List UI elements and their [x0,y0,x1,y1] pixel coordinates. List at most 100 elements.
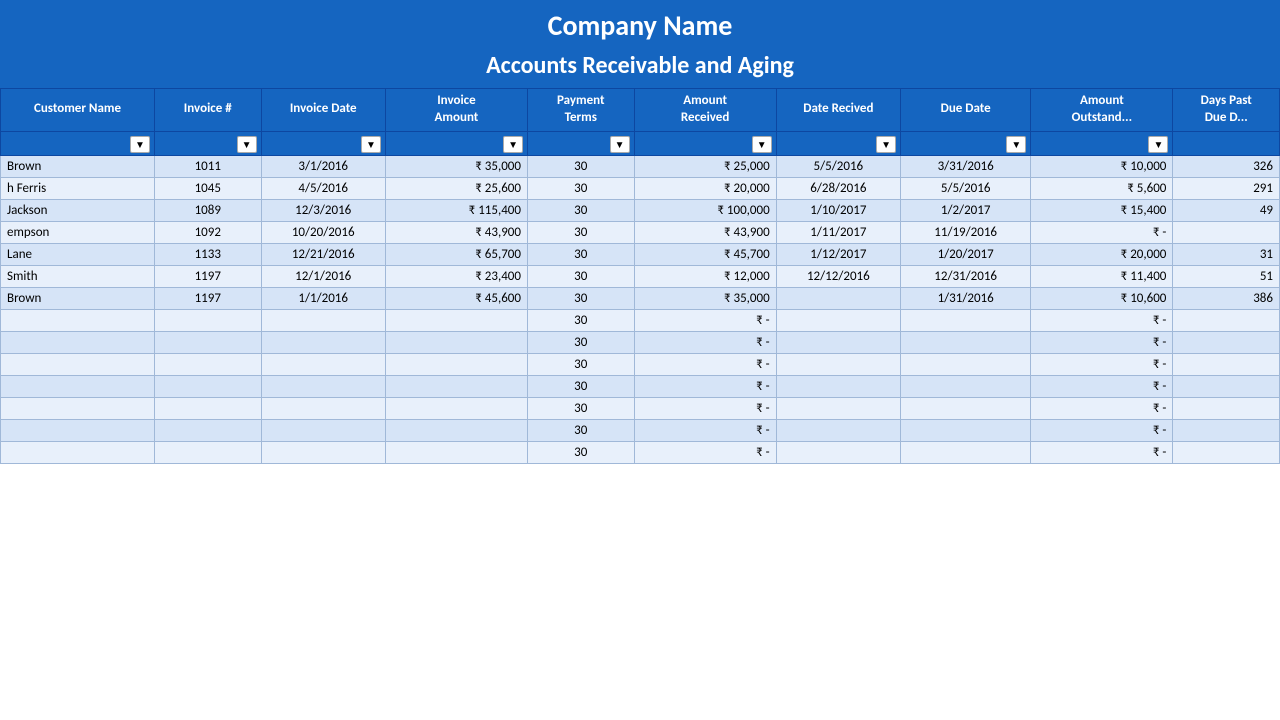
cell-invoice_amount [385,331,527,353]
cell-customer: Brown [1,287,155,309]
col-header-customer: Customer Name [1,89,155,132]
cell-amount_received: ₹ - [634,419,776,441]
cell-invoice_num [154,375,261,397]
cell-date_received [776,309,900,331]
cell-customer [1,441,155,463]
cell-customer: Smith [1,265,155,287]
filter-invoice-num[interactable]: ▼ [154,131,261,155]
cell-days_due [1173,353,1280,375]
cell-invoice_amount [385,441,527,463]
cell-days_due: 49 [1173,199,1280,221]
header-section: Company Name Accounts Receivable and Agi… [0,0,1280,88]
filter-invoice-amount[interactable]: ▼ [385,131,527,155]
filter-invoice-date[interactable]: ▼ [261,131,385,155]
filter-date-received-btn[interactable]: ▼ [876,136,896,153]
cell-amount_outstanding: ₹ - [1031,331,1173,353]
cell-days_due: 31 [1173,243,1280,265]
cell-amount_outstanding: ₹ - [1031,221,1173,243]
cell-days_due: 51 [1173,265,1280,287]
filter-amount-outstanding[interactable]: ▼ [1031,131,1173,155]
cell-invoice_date: 10/20/2016 [261,221,385,243]
cell-days_due [1173,221,1280,243]
filter-customer[interactable]: ▼ [1,131,155,155]
table-row: Brown11971/1/2016₹ 45,60030₹ 35,0001/31/… [1,287,1280,309]
col-header-payment-terms: PaymentTerms [527,89,634,132]
cell-due_date [901,331,1031,353]
filter-amount-received-btn[interactable]: ▼ [752,136,772,153]
cell-amount_received: ₹ - [634,397,776,419]
filter-invoice-date-btn[interactable]: ▼ [361,136,381,153]
cell-date_received [776,287,900,309]
cell-customer [1,309,155,331]
cell-amount_received: ₹ 25,000 [634,155,776,177]
cell-date_received [776,441,900,463]
cell-payment_terms: 30 [527,265,634,287]
cell-payment_terms: 30 [527,155,634,177]
table-row: 30₹ -₹ - [1,397,1280,419]
cell-invoice_num: 1092 [154,221,261,243]
cell-invoice_num [154,353,261,375]
cell-amount_received: ₹ 100,000 [634,199,776,221]
cell-invoice_date [261,419,385,441]
cell-customer: h Ferris [1,177,155,199]
cell-invoice_num [154,419,261,441]
table-row: Jackson108912/3/2016₹ 115,40030₹ 100,000… [1,199,1280,221]
cell-invoice_date: 12/21/2016 [261,243,385,265]
filter-date-received[interactable]: ▼ [776,131,900,155]
cell-invoice_date: 12/1/2016 [261,265,385,287]
cell-amount_received: ₹ - [634,309,776,331]
table-row: 30₹ -₹ - [1,375,1280,397]
cell-due_date: 1/20/2017 [901,243,1031,265]
filter-payment-terms-btn[interactable]: ▼ [610,136,630,153]
table-row: empson109210/20/2016₹ 43,90030₹ 43,9001/… [1,221,1280,243]
filter-amount-received[interactable]: ▼ [634,131,776,155]
cell-invoice_num: 1089 [154,199,261,221]
cell-amount_outstanding: ₹ - [1031,397,1173,419]
filter-payment-terms[interactable]: ▼ [527,131,634,155]
table-row: h Ferris10454/5/2016₹ 25,60030₹ 20,0006/… [1,177,1280,199]
cell-amount_received: ₹ 12,000 [634,265,776,287]
cell-payment_terms: 30 [527,221,634,243]
filter-customer-btn[interactable]: ▼ [130,136,150,153]
cell-invoice_date [261,375,385,397]
cell-customer: Jackson [1,199,155,221]
filter-row: ▼ ▼ ▼ ▼ ▼ ▼ ▼ ▼ ▼ [1,131,1280,155]
cell-date_received [776,419,900,441]
filter-due-date-btn[interactable]: ▼ [1006,136,1026,153]
cell-invoice_date [261,397,385,419]
table-row: Lane113312/21/2016₹ 65,70030₹ 45,7001/12… [1,243,1280,265]
cell-amount_received: ₹ 20,000 [634,177,776,199]
cell-date_received [776,375,900,397]
cell-payment_terms: 30 [527,375,634,397]
cell-invoice_amount [385,309,527,331]
col-header-amount-outstanding: AmountOutstand... [1031,89,1173,132]
cell-amount_received: ₹ - [634,331,776,353]
cell-invoice_amount: ₹ 65,700 [385,243,527,265]
cell-payment_terms: 30 [527,177,634,199]
filter-due-date[interactable]: ▼ [901,131,1031,155]
filter-invoice-amount-btn[interactable]: ▼ [503,136,523,153]
cell-invoice_amount [385,353,527,375]
cell-invoice_amount: ₹ 115,400 [385,199,527,221]
cell-date_received: 5/5/2016 [776,155,900,177]
cell-payment_terms: 30 [527,331,634,353]
filter-invoice-num-btn[interactable]: ▼ [237,136,257,153]
cell-invoice_num [154,397,261,419]
table-container: Customer Name Invoice # Invoice Date Inv… [0,88,1280,464]
cell-invoice_date [261,309,385,331]
col-header-due-date: Due Date [901,89,1031,132]
cell-due_date [901,419,1031,441]
col-header-invoice-num: Invoice # [154,89,261,132]
table-row: 30₹ -₹ - [1,419,1280,441]
cell-due_date: 1/31/2016 [901,287,1031,309]
cell-due_date: 11/19/2016 [901,221,1031,243]
cell-invoice_amount [385,419,527,441]
col-header-days-due: Days PastDue D... [1173,89,1280,132]
filter-amount-outstanding-btn[interactable]: ▼ [1148,136,1168,153]
cell-date_received: 1/10/2017 [776,199,900,221]
cell-days_due [1173,331,1280,353]
cell-due_date: 12/31/2016 [901,265,1031,287]
cell-invoice_date: 4/5/2016 [261,177,385,199]
cell-amount_outstanding: ₹ 10,000 [1031,155,1173,177]
cell-amount_received: ₹ - [634,375,776,397]
